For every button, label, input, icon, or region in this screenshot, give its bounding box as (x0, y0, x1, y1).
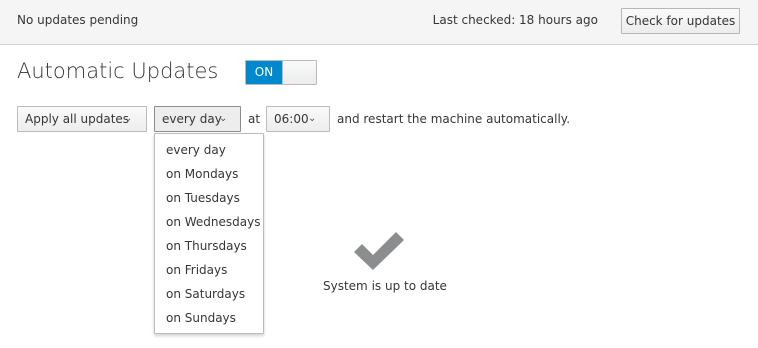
menu-item-sundays[interactable]: on Sundays (155, 306, 263, 330)
update-day-value: every day (162, 112, 222, 126)
chevron-down-icon: ⌄ (219, 113, 228, 124)
menu-item-fridays[interactable]: on Fridays (155, 258, 263, 282)
chevron-down-icon: ⌄ (308, 113, 317, 124)
menu-item-every-day[interactable]: every day (155, 138, 263, 162)
check-for-updates-button[interactable]: Check for updates (621, 8, 740, 34)
page-title: Automatic Updates (17, 59, 219, 83)
update-day-dropdown[interactable]: every day ⌄ (154, 106, 241, 132)
menu-item-mondays[interactable]: on Mondays (155, 162, 263, 186)
update-type-dropdown[interactable]: Apply all updates ⌄ (17, 106, 147, 132)
toggle-on-label: ON (246, 61, 282, 84)
toggle-knob (282, 61, 316, 84)
up-to-date-message: System is up to date (323, 279, 447, 293)
automatic-updates-toggle[interactable]: ON (245, 60, 317, 85)
menu-item-wednesdays[interactable]: on Wednesdays (155, 210, 263, 234)
update-time-value: 06:00 (274, 112, 309, 126)
menu-item-thursdays[interactable]: on Thursdays (155, 234, 263, 258)
menu-item-saturdays[interactable]: on Saturdays (155, 282, 263, 306)
checkmark-icon (354, 232, 404, 270)
at-label: at (248, 112, 261, 126)
update-time-dropdown[interactable]: 06:00 ⌄ (266, 106, 330, 132)
chevron-down-icon: ⌄ (124, 113, 133, 124)
last-checked-text: Last checked: 18 hours ago (432, 13, 598, 27)
day-dropdown-menu: every day on Mondays on Tuesdays on Wedn… (154, 133, 264, 334)
status-bar: No updates pending Last checked: 18 hour… (0, 0, 758, 45)
restart-description: and restart the machine automatically. (337, 112, 571, 126)
menu-item-tuesdays[interactable]: on Tuesdays (155, 186, 263, 210)
update-type-value: Apply all updates (25, 112, 130, 126)
pending-status-text: No updates pending (17, 13, 139, 27)
